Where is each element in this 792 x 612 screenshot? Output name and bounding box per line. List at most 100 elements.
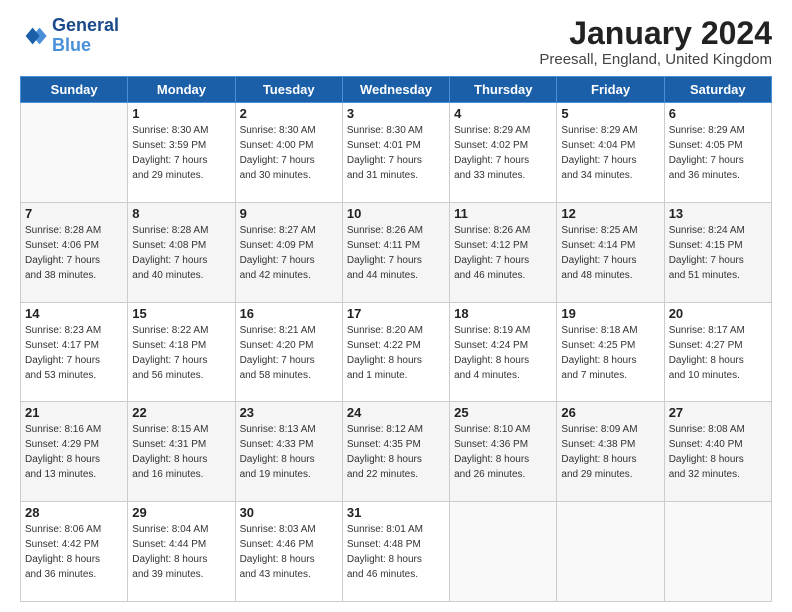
day-number: 26 <box>561 405 659 420</box>
day-info: Sunrise: 8:21 AM Sunset: 4:20 PM Dayligh… <box>240 323 338 383</box>
day-number: 8 <box>132 206 230 221</box>
weekday-header-sunday: Sunday <box>21 77 128 103</box>
day-info: Sunrise: 8:28 AM Sunset: 4:06 PM Dayligh… <box>25 223 123 283</box>
day-number: 3 <box>347 106 445 121</box>
day-number: 25 <box>454 405 552 420</box>
calendar-day-cell: 27Sunrise: 8:08 AM Sunset: 4:40 PM Dayli… <box>664 402 771 502</box>
calendar-day-cell: 7 Sunrise: 8:28 AM Sunset: 4:06 PM Daylig… <box>21 202 128 302</box>
logo-text: General Blue <box>52 16 119 56</box>
calendar-day-cell: 15Sunrise: 8:22 AM Sunset: 4:18 PM Dayli… <box>128 302 235 402</box>
day-number: 29 <box>132 505 230 520</box>
day-info: Sunrise: 8:06 AM Sunset: 4:42 PM Dayligh… <box>25 522 123 582</box>
day-number: 15 <box>132 306 230 321</box>
calendar-day-cell: 8 Sunrise: 8:28 AM Sunset: 4:08 PM Daylig… <box>128 202 235 302</box>
day-number: 12 <box>561 206 659 221</box>
day-info: Sunrise: 8:29 AM Sunset: 4:04 PM Dayligh… <box>561 123 659 183</box>
calendar-day-cell: 26 Sunrise: 8:09 AM Sunset: 4:38 PM Dayli… <box>557 402 664 502</box>
calendar-day-cell: 9 Sunrise: 8:27 AM Sunset: 4:09 PM Daylig… <box>235 202 342 302</box>
logo: General Blue <box>20 16 119 56</box>
day-number: 23 <box>240 405 338 420</box>
day-number: 7 <box>25 206 123 221</box>
day-info: Sunrise: 8:28 AM Sunset: 4:08 PM Dayligh… <box>132 223 230 283</box>
calendar-day-cell: 11 Sunrise: 8:26 AM Sunset: 4:12 PM Dayli… <box>450 202 557 302</box>
day-number: 5 <box>561 106 659 121</box>
calendar-day-cell: 16 Sunrise: 8:21 AM Sunset: 4:20 PM Dayli… <box>235 302 342 402</box>
day-info: Sunrise: 8:29 AM Sunset: 4:05 PM Dayligh… <box>669 123 767 183</box>
day-number: 30 <box>240 505 338 520</box>
calendar-day-cell: 29 Sunrise: 8:04 AM Sunset: 4:44 PM Dayli… <box>128 502 235 602</box>
location: Preesall, England, United Kingdom <box>539 51 772 68</box>
title-block: January 2024 Preesall, England, United K… <box>539 16 772 68</box>
day-info: Sunrise: 8:20 AM Sunset: 4:22 PM Dayligh… <box>347 323 445 383</box>
day-number: 19 <box>561 306 659 321</box>
calendar-week-row: 21 Sunrise: 8:16 AM Sunset: 4:29 PM Dayli… <box>21 402 772 502</box>
day-info: Sunrise: 8:17 AM Sunset: 4:27 PM Dayligh… <box>669 323 767 383</box>
calendar-day-cell: 23 Sunrise: 8:13 AM Sunset: 4:33 PM Dayli… <box>235 402 342 502</box>
day-number: 21 <box>25 405 123 420</box>
day-number: 6 <box>669 106 767 121</box>
day-number: 10 <box>347 206 445 221</box>
calendar-day-cell: 18 Sunrise: 8:19 AM Sunset: 4:24 PM Dayli… <box>450 302 557 402</box>
day-info: Sunrise: 8:25 AM Sunset: 4:14 PM Dayligh… <box>561 223 659 283</box>
calendar-day-cell: 21 Sunrise: 8:16 AM Sunset: 4:29 PM Dayli… <box>21 402 128 502</box>
day-info: Sunrise: 8:16 AM Sunset: 4:29 PM Dayligh… <box>25 422 123 482</box>
day-info: Sunrise: 8:18 AM Sunset: 4:25 PM Dayligh… <box>561 323 659 383</box>
calendar-day-cell: 20 Sunrise: 8:17 AM Sunset: 4:27 PM Dayli… <box>664 302 771 402</box>
day-number: 9 <box>240 206 338 221</box>
weekday-header-friday: Friday <box>557 77 664 103</box>
day-info: Sunrise: 8:29 AM Sunset: 4:02 PM Dayligh… <box>454 123 552 183</box>
calendar-day-cell: 4 Sunrise: 8:29 AM Sunset: 4:02 PM Daylig… <box>450 103 557 203</box>
weekday-header-wednesday: Wednesday <box>342 77 449 103</box>
calendar-day-cell: 5 Sunrise: 8:29 AM Sunset: 4:04 PM Daylig… <box>557 103 664 203</box>
day-info: Sunrise: 8:27 AM Sunset: 4:09 PM Dayligh… <box>240 223 338 283</box>
weekday-header-monday: Monday <box>128 77 235 103</box>
calendar-week-row: 1 Sunrise: 8:30 AM Sunset: 3:59 PM Daylig… <box>21 103 772 203</box>
day-number: 17 <box>347 306 445 321</box>
calendar-day-cell <box>557 502 664 602</box>
day-number: 18 <box>454 306 552 321</box>
day-info: Sunrise: 8:24 AM Sunset: 4:15 PM Dayligh… <box>669 223 767 283</box>
day-number: 2 <box>240 106 338 121</box>
day-info: Sunrise: 8:03 AM Sunset: 4:46 PM Dayligh… <box>240 522 338 582</box>
day-info: Sunrise: 8:15 AM Sunset: 4:31 PM Dayligh… <box>132 422 230 482</box>
calendar-day-cell <box>21 103 128 203</box>
calendar-week-row: 7 Sunrise: 8:28 AM Sunset: 4:06 PM Daylig… <box>21 202 772 302</box>
calendar-day-cell: 22Sunrise: 8:15 AM Sunset: 4:31 PM Dayli… <box>128 402 235 502</box>
day-info: Sunrise: 8:13 AM Sunset: 4:33 PM Dayligh… <box>240 422 338 482</box>
day-number: 1 <box>132 106 230 121</box>
calendar-day-cell: 28 Sunrise: 8:06 AM Sunset: 4:42 PM Dayli… <box>21 502 128 602</box>
day-number: 14 <box>25 306 123 321</box>
day-info: Sunrise: 8:30 AM Sunset: 4:00 PM Dayligh… <box>240 123 338 183</box>
day-info: Sunrise: 8:04 AM Sunset: 4:44 PM Dayligh… <box>132 522 230 582</box>
calendar-day-cell: 12 Sunrise: 8:25 AM Sunset: 4:14 PM Dayli… <box>557 202 664 302</box>
day-number: 20 <box>669 306 767 321</box>
day-info: Sunrise: 8:30 AM Sunset: 3:59 PM Dayligh… <box>132 123 230 183</box>
day-info: Sunrise: 8:09 AM Sunset: 4:38 PM Dayligh… <box>561 422 659 482</box>
header: General Blue January 2024 Preesall, Engl… <box>20 16 772 68</box>
calendar-table: SundayMondayTuesdayWednesdayThursdayFrid… <box>20 76 772 602</box>
page: General Blue January 2024 Preesall, Engl… <box>0 0 792 612</box>
day-info: Sunrise: 8:01 AM Sunset: 4:48 PM Dayligh… <box>347 522 445 582</box>
day-info: Sunrise: 8:30 AM Sunset: 4:01 PM Dayligh… <box>347 123 445 183</box>
calendar-day-cell: 31Sunrise: 8:01 AM Sunset: 4:48 PM Dayli… <box>342 502 449 602</box>
calendar-day-cell <box>450 502 557 602</box>
day-info: Sunrise: 8:23 AM Sunset: 4:17 PM Dayligh… <box>25 323 123 383</box>
calendar-week-row: 14 Sunrise: 8:23 AM Sunset: 4:17 PM Dayli… <box>21 302 772 402</box>
calendar-day-cell: 13Sunrise: 8:24 AM Sunset: 4:15 PM Dayli… <box>664 202 771 302</box>
day-info: Sunrise: 8:19 AM Sunset: 4:24 PM Dayligh… <box>454 323 552 383</box>
calendar-day-cell: 17 Sunrise: 8:20 AM Sunset: 4:22 PM Dayli… <box>342 302 449 402</box>
day-number: 11 <box>454 206 552 221</box>
calendar-day-cell: 1 Sunrise: 8:30 AM Sunset: 3:59 PM Daylig… <box>128 103 235 203</box>
day-number: 4 <box>454 106 552 121</box>
calendar-day-cell: 6 Sunrise: 8:29 AM Sunset: 4:05 PM Daylig… <box>664 103 771 203</box>
day-number: 24 <box>347 405 445 420</box>
logo-icon <box>20 22 48 50</box>
day-number: 28 <box>25 505 123 520</box>
day-info: Sunrise: 8:26 AM Sunset: 4:11 PM Dayligh… <box>347 223 445 283</box>
day-info: Sunrise: 8:26 AM Sunset: 4:12 PM Dayligh… <box>454 223 552 283</box>
day-number: 16 <box>240 306 338 321</box>
weekday-header-tuesday: Tuesday <box>235 77 342 103</box>
calendar-day-cell: 3 Sunrise: 8:30 AM Sunset: 4:01 PM Daylig… <box>342 103 449 203</box>
calendar-day-cell: 19 Sunrise: 8:18 AM Sunset: 4:25 PM Dayli… <box>557 302 664 402</box>
calendar-week-row: 28 Sunrise: 8:06 AM Sunset: 4:42 PM Dayli… <box>21 502 772 602</box>
